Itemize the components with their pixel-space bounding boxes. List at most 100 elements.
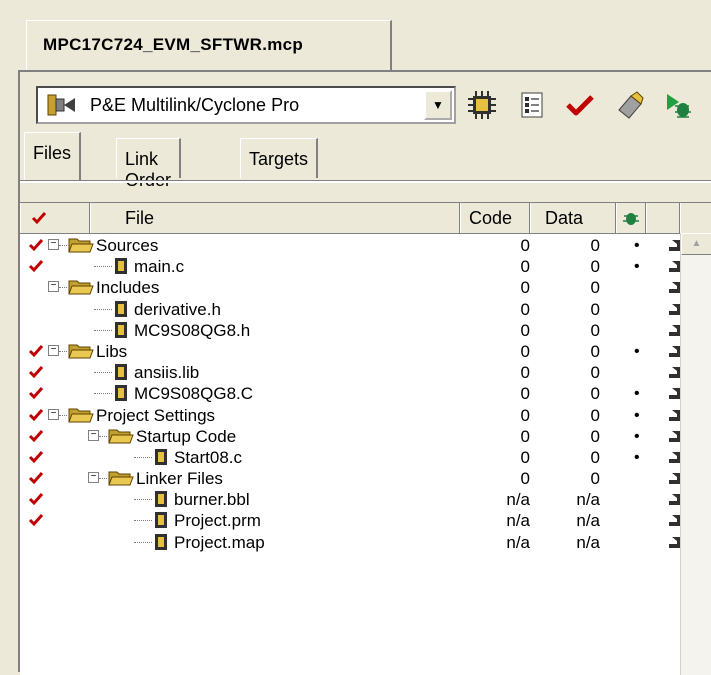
scroll-up-button[interactable]: ▲ — [681, 233, 711, 255]
data-size: 0 — [590, 384, 600, 404]
source-file-icon — [115, 321, 127, 338]
check-icon[interactable] — [28, 407, 44, 423]
check-syntax-button[interactable] — [562, 88, 598, 122]
code-size: 0 — [520, 469, 530, 489]
collapse-toggle-icon[interactable]: − — [48, 281, 59, 293]
folder-open-icon — [68, 238, 94, 253]
source-file-icon — [115, 364, 127, 381]
debug-marker[interactable]: • — [634, 383, 640, 404]
tree-connector — [94, 308, 112, 310]
collapse-toggle-icon[interactable]: − — [48, 408, 59, 420]
tree-file-row[interactable]: MC9S08QG8.C 0 0 • — [20, 383, 681, 404]
code-size: 0 — [520, 384, 530, 404]
tab-divider — [20, 180, 711, 183]
tree-file-row[interactable]: ansiis.lib 0 0 — [20, 362, 681, 383]
tree-connector — [134, 520, 152, 522]
document-tabstrip: MPC17C724_EVM_SFTWR.mcp — [0, 0, 711, 70]
tree-folder-row[interactable]: − Project Settings 0 0 • — [20, 405, 681, 426]
collapse-toggle-icon[interactable]: − — [48, 239, 59, 250]
tree-folder-row[interactable]: − Libs 0 0 • — [20, 341, 681, 362]
data-size: 0 — [590, 426, 600, 446]
check-icon[interactable] — [28, 449, 44, 465]
tree-folder-row[interactable]: − Sources 0 0 • — [20, 235, 681, 256]
file-name: burner.bbl — [174, 490, 250, 510]
chip-icon — [468, 91, 496, 119]
check-icon[interactable] — [28, 428, 44, 444]
header-target[interactable] — [646, 203, 680, 233]
code-size: 0 — [520, 320, 530, 340]
file-name: Project.prm — [174, 511, 261, 531]
check-icon[interactable] — [28, 364, 44, 380]
debug-marker[interactable]: • — [634, 426, 640, 447]
tab-link-order[interactable]: Link Order — [116, 138, 182, 190]
make-button[interactable] — [612, 88, 648, 122]
connection-icon — [47, 94, 75, 116]
tree-file-row[interactable]: burner.bbl n/a n/a — [20, 489, 681, 510]
tree-connector — [94, 393, 112, 395]
file-name: Includes — [96, 278, 160, 298]
tab-files[interactable]: Files — [24, 132, 82, 180]
debug-button[interactable] — [660, 88, 696, 122]
collapse-toggle-icon[interactable]: − — [88, 429, 99, 441]
header-code[interactable]: Code — [460, 203, 530, 233]
debug-icon — [667, 94, 691, 118]
source-file-icon — [155, 491, 167, 508]
debug-marker[interactable]: • — [634, 341, 640, 362]
check-icon[interactable] — [28, 385, 44, 401]
debug-marker[interactable]: • — [634, 235, 640, 256]
tree-file-row[interactable]: Project.prm n/a n/a — [20, 510, 681, 531]
code-size: 0 — [520, 363, 530, 383]
debug-marker[interactable]: • — [634, 447, 640, 468]
check-icon[interactable] — [28, 237, 44, 253]
settings-button[interactable] — [514, 88, 550, 122]
source-file-icon — [115, 300, 127, 317]
header-check-column[interactable] — [20, 203, 90, 233]
source-file-icon — [155, 448, 167, 465]
check-icon[interactable] — [28, 258, 44, 274]
header-data[interactable]: Data — [530, 203, 616, 233]
tree-folder-row[interactable]: − Includes 0 0 — [20, 277, 681, 298]
code-size: n/a — [506, 511, 530, 531]
code-size: 0 — [520, 299, 530, 319]
tree-folder-row[interactable]: − Linker Files 0 0 — [20, 468, 681, 489]
debug-marker[interactable]: • — [634, 256, 640, 277]
tree-connector — [134, 499, 152, 501]
vertical-scrollbar[interactable]: ▲ — [680, 233, 711, 675]
debug-marker[interactable]: • — [634, 405, 640, 426]
code-size: 0 — [520, 447, 530, 467]
settings-list-icon — [521, 92, 543, 118]
target-select[interactable]: P&E Multilink/Cyclone Pro ▼ — [36, 86, 456, 124]
file-name: Startup Code — [136, 426, 237, 446]
data-size: n/a — [576, 532, 600, 552]
tree-connector — [134, 456, 152, 458]
tree-file-row[interactable]: MC9S08QG8.h 0 0 — [20, 320, 681, 341]
folder-open-icon — [68, 280, 94, 295]
tree-connector — [99, 478, 107, 480]
tree-connector — [94, 329, 112, 331]
check-icon[interactable] — [28, 512, 44, 528]
file-name: Libs — [96, 341, 128, 361]
tree-file-row[interactable]: Project.map n/a n/a — [20, 532, 681, 553]
code-size: 0 — [520, 257, 530, 277]
chevron-down-icon[interactable]: ▼ — [424, 90, 452, 120]
tab-targets[interactable]: Targets — [240, 138, 319, 178]
chip-button[interactable] — [464, 88, 500, 122]
check-icon[interactable] — [28, 343, 44, 359]
tree-folder-row[interactable]: − Startup Code 0 0 • — [20, 426, 681, 447]
tree-connector — [59, 350, 67, 352]
code-size: 0 — [520, 236, 530, 255]
tree-file-row[interactable]: main.c 0 0 • — [20, 256, 681, 277]
tree-file-row[interactable]: Start08.c 0 0 • — [20, 447, 681, 468]
header-debug[interactable] — [616, 203, 646, 233]
tree-file-row[interactable]: derivative.h 0 0 — [20, 299, 681, 320]
project-tab-label: MPC17C724_EVM_SFTWR.mcp — [43, 35, 304, 54]
data-size: 0 — [590, 320, 600, 340]
check-icon[interactable] — [28, 491, 44, 507]
code-size: 0 — [520, 278, 530, 298]
collapse-toggle-icon[interactable]: − — [88, 472, 99, 484]
header-file[interactable]: File — [90, 203, 460, 233]
project-document-tab[interactable]: MPC17C724_EVM_SFTWR.mcp — [26, 20, 392, 70]
project-panel: P&E Multilink/Cyclone Pro ▼ Files Link T… — [18, 70, 711, 675]
check-icon[interactable] — [28, 470, 44, 486]
collapse-toggle-icon[interactable]: − — [48, 344, 59, 356]
